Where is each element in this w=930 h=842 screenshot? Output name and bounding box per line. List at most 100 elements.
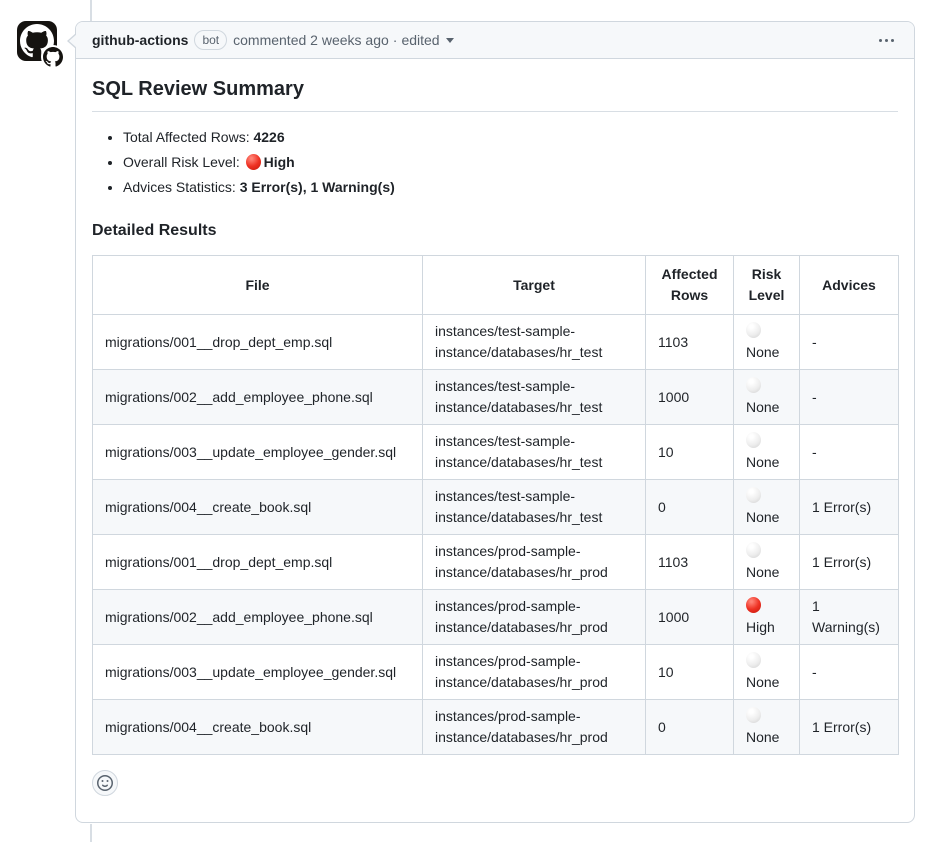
table-row: migrations/002__add_employee_phone.sql i… xyxy=(93,370,899,425)
timeline-line-top xyxy=(90,0,92,21)
cell-file: migrations/001__drop_dept_emp.sql xyxy=(93,535,423,590)
risk-level-text: High xyxy=(746,619,775,635)
cell-target: instances/test-sample-instance/databases… xyxy=(423,480,646,535)
cell-affected-rows: 1000 xyxy=(646,590,734,645)
separator-dot: · xyxy=(393,32,398,48)
cell-risk-level: None xyxy=(734,645,800,700)
risk-level-emoji xyxy=(746,432,761,448)
bot-badge: bot xyxy=(194,30,227,50)
bot-octocat-badge-icon xyxy=(43,47,63,67)
cell-target: instances/prod-sample-instance/databases… xyxy=(423,645,646,700)
cell-risk-level: None xyxy=(734,425,800,480)
cell-risk-level: None xyxy=(734,700,800,755)
cell-affected-rows: 1000 xyxy=(646,370,734,425)
summary-bullet: Overall Risk Level: High xyxy=(123,152,898,173)
cell-file: migrations/002__add_employee_phone.sql xyxy=(93,590,423,645)
summary-bullet: Total Affected Rows: 4226 xyxy=(123,127,898,148)
cell-affected-rows: 1103 xyxy=(646,535,734,590)
avatar[interactable] xyxy=(17,21,57,61)
cell-affected-rows: 1103 xyxy=(646,315,734,370)
table-row: migrations/004__create_book.sql instance… xyxy=(93,480,899,535)
cell-file: migrations/001__drop_dept_emp.sql xyxy=(93,315,423,370)
comment-options-kebab-icon[interactable] xyxy=(875,33,898,48)
cell-risk-level: None xyxy=(734,370,800,425)
cell-risk-level: None xyxy=(734,315,800,370)
bullet-label: Total Affected Rows: xyxy=(123,129,253,145)
risk-level-text: None xyxy=(746,564,779,580)
column-header: File xyxy=(93,256,423,315)
bullet-label: Overall Risk Level: xyxy=(123,154,244,170)
cell-affected-rows: 0 xyxy=(646,700,734,755)
add-reaction-button[interactable] xyxy=(92,770,118,796)
cell-advices: - xyxy=(800,370,899,425)
risk-level-emoji xyxy=(746,597,761,613)
cell-risk-level: None xyxy=(734,480,800,535)
speech-caret xyxy=(67,33,76,49)
cell-advices: - xyxy=(800,315,899,370)
smiley-icon xyxy=(97,775,113,791)
cell-affected-rows: 10 xyxy=(646,645,734,700)
cell-affected-rows: 0 xyxy=(646,480,734,535)
cell-file: migrations/004__create_book.sql xyxy=(93,480,423,535)
cell-target: instances/test-sample-instance/databases… xyxy=(423,315,646,370)
risk-level-text: None xyxy=(746,399,779,415)
edited-label: edited xyxy=(401,32,439,48)
column-header: Affected Rows xyxy=(646,256,734,315)
cell-risk-level: High xyxy=(734,590,800,645)
summary-bullet: Advices Statistics: 3 Error(s), 1 Warnin… xyxy=(123,177,898,198)
timeline-line-bottom xyxy=(90,824,92,842)
risk-level-text: None xyxy=(746,674,779,690)
risk-level-emoji xyxy=(746,487,761,503)
cell-advices: 1 Error(s) xyxy=(800,480,899,535)
chevron-down-icon xyxy=(446,38,454,43)
bullet-value: High xyxy=(264,154,295,170)
risk-level-emoji xyxy=(746,377,761,393)
table-row: migrations/001__drop_dept_emp.sql instan… xyxy=(93,315,899,370)
risk-level-text: None xyxy=(746,729,779,745)
table-row: migrations/003__update_employee_gender.s… xyxy=(93,645,899,700)
risk-level-text: None xyxy=(746,509,779,525)
table-row: migrations/002__add_employee_phone.sql i… xyxy=(93,590,899,645)
reaction-row xyxy=(92,770,898,796)
results-table: FileTargetAffected RowsRisk LevelAdvices… xyxy=(92,255,899,755)
cell-target: instances/prod-sample-instance/databases… xyxy=(423,700,646,755)
cell-advices: 1 Error(s) xyxy=(800,535,899,590)
table-body: migrations/001__drop_dept_emp.sql instan… xyxy=(93,315,899,755)
author-link[interactable]: github-actions xyxy=(92,32,188,48)
edited-dropdown[interactable]: edited xyxy=(401,32,453,48)
summary-list: Total Affected Rows: 4226 Overall Risk Le… xyxy=(92,127,898,198)
cell-target: instances/test-sample-instance/databases… xyxy=(423,425,646,480)
cell-affected-rows: 10 xyxy=(646,425,734,480)
risk-level-emoji xyxy=(746,652,761,668)
comment-header: github-actions bot commented 2 weeks ago… xyxy=(76,22,914,59)
bullet-label: Advices Statistics: xyxy=(123,179,240,195)
detailed-results-title: Detailed Results xyxy=(92,222,898,240)
cell-file: migrations/003__update_employee_gender.s… xyxy=(93,425,423,480)
table-row: migrations/001__drop_dept_emp.sql instan… xyxy=(93,535,899,590)
risk-circle-emoji xyxy=(246,154,261,170)
bullet-value: 3 Error(s), 1 Warning(s) xyxy=(240,179,395,195)
cell-advices: 1 Error(s) xyxy=(800,700,899,755)
cell-file: migrations/002__add_employee_phone.sql xyxy=(93,370,423,425)
cell-file: migrations/004__create_book.sql xyxy=(93,700,423,755)
comment-card: github-actions bot commented 2 weeks ago… xyxy=(75,21,915,823)
cell-target: instances/prod-sample-instance/databases… xyxy=(423,590,646,645)
column-header: Target xyxy=(423,256,646,315)
column-header: Advices xyxy=(800,256,899,315)
timestamp-link[interactable]: commented 2 weeks ago xyxy=(233,32,389,48)
cell-file: migrations/003__update_employee_gender.s… xyxy=(93,645,423,700)
risk-level-emoji xyxy=(746,707,761,723)
risk-level-emoji xyxy=(746,322,761,338)
comment-body: SQL Review Summary Total Affected Rows: … xyxy=(76,59,914,812)
cell-advices: - xyxy=(800,425,899,480)
risk-level-text: None xyxy=(746,454,779,470)
bullet-value: 4226 xyxy=(253,129,284,145)
table-row: migrations/004__create_book.sql instance… xyxy=(93,700,899,755)
column-header: Risk Level xyxy=(734,256,800,315)
table-row: migrations/003__update_employee_gender.s… xyxy=(93,425,899,480)
cell-target: instances/prod-sample-instance/databases… xyxy=(423,535,646,590)
table-header-row: FileTargetAffected RowsRisk LevelAdvices xyxy=(93,256,899,315)
cell-advices: - xyxy=(800,645,899,700)
risk-level-emoji xyxy=(746,542,761,558)
cell-target: instances/test-sample-instance/databases… xyxy=(423,370,646,425)
